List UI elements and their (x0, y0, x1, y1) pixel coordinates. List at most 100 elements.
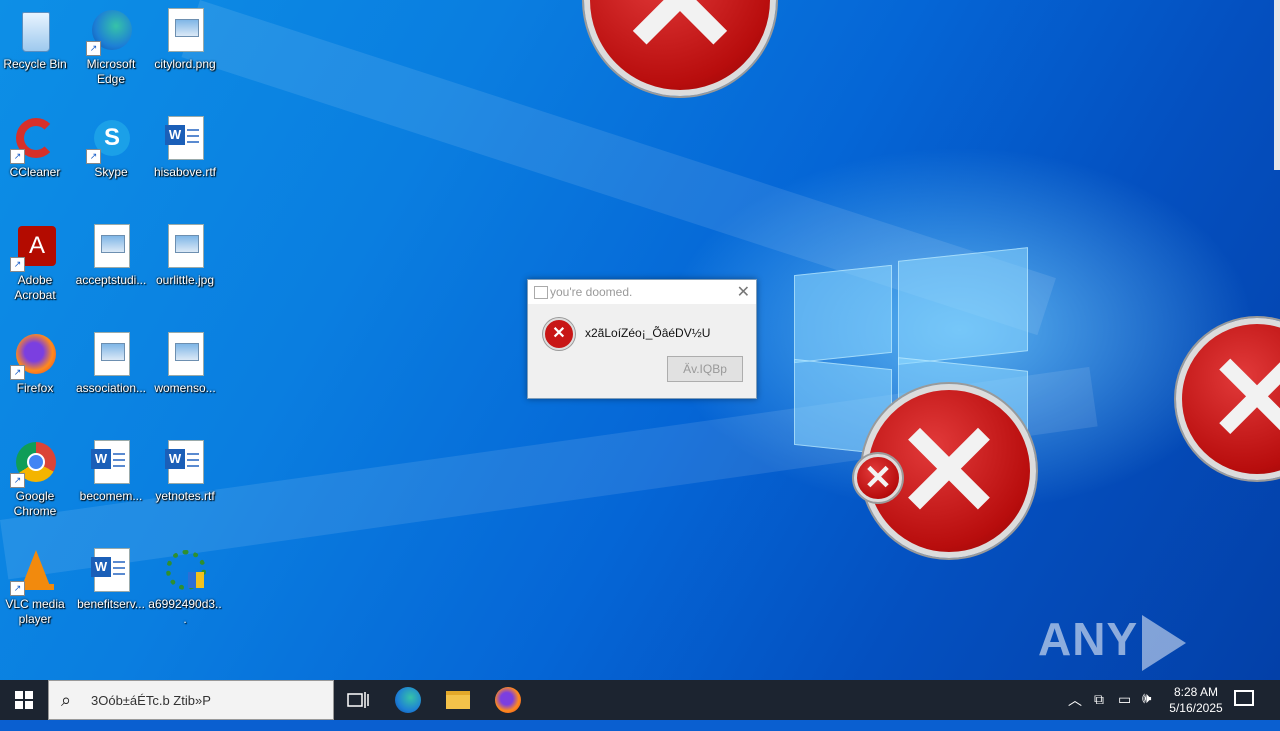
edge-icon: ↗ (86, 8, 134, 56)
desktop-icon-edge[interactable]: ↗ Microsoft Edge (72, 8, 150, 87)
desktop-icon-label: Skype (94, 165, 128, 179)
desktop-icon-label: association... (75, 381, 147, 395)
taskbar-edge[interactable] (384, 680, 432, 720)
desktop-icon-label: Adobe Acrobat (14, 273, 56, 302)
anyrun-watermark: ANY RUN (1038, 612, 1280, 680)
desktop-icon-file[interactable]: womenso... (146, 332, 224, 396)
clock-date: 5/16/2025 (1169, 701, 1223, 715)
folder-icon (446, 691, 470, 709)
desktop-icon-file[interactable]: W benefitserv... (72, 548, 150, 612)
shortcut-arrow-icon: ↗ (10, 365, 25, 380)
shortcut-arrow-icon: ↗ (10, 473, 25, 488)
desktop-icon-label: citylord.png (154, 57, 216, 71)
word-document-icon: W (88, 440, 134, 486)
search-icon: ⌕ (61, 690, 72, 710)
image-file-icon (88, 332, 134, 378)
shortcut-arrow-icon: ↗ (10, 257, 25, 272)
error-icon: ✕ (584, 0, 776, 96)
desktop-icon-label: a6992490d3... (148, 597, 222, 626)
installer-icon (162, 548, 208, 594)
desktop-icon-label: ourlittle.jpg (155, 273, 215, 287)
desktop-icon-file[interactable]: association... (72, 332, 150, 396)
desktop-icon-label: womenso... (154, 381, 216, 395)
desktop-icon-label: Microsoft Edge (86, 57, 136, 86)
watermark-text-right: RUN (1038, 672, 1141, 680)
start-button[interactable] (0, 680, 48, 720)
window-icon (534, 286, 548, 299)
shortcut-arrow-icon: ↗ (86, 149, 101, 164)
desktop-icon-file[interactable]: acceptstudi... (72, 224, 150, 288)
network-icon[interactable]: ⧉ (1094, 691, 1104, 731)
ok-button[interactable]: Äv.IQBp (667, 356, 743, 382)
firefox-icon (495, 687, 521, 713)
screen-edge-artifact (1274, 0, 1280, 170)
display-icon[interactable]: ▭ (1118, 691, 1131, 731)
taskbar-firefox[interactable] (484, 680, 532, 720)
desktop-icon-acrobat[interactable]: A ↗ Adobe Acrobat (0, 224, 74, 303)
taskbar: ⌕ 3Oób±áÉTc.b Ztib»P ︿ ⧉ ▭ 🕪 8:28 AM 5/1… (0, 680, 1280, 720)
desktop-icon-label: yetnotes.rtf (155, 489, 215, 503)
message-box-dialog[interactable]: you're doomed. ✕ ✕ x2ãLoíZéo¡_ÕâéDV½U Äv… (527, 279, 757, 399)
desktop-icon-label: becomem... (79, 489, 143, 503)
shortcut-arrow-icon: ↗ (86, 41, 101, 56)
image-file-icon (162, 8, 208, 54)
edge-icon (395, 687, 421, 713)
desktop-icon-label: hisabove.rtf (153, 165, 217, 179)
word-document-icon: W (162, 116, 208, 162)
desktop-icon-file[interactable]: W yetnotes.rtf (146, 440, 224, 504)
close-icon[interactable]: ✕ (737, 282, 750, 302)
desktop-icon-label: VLC media player (5, 597, 65, 626)
word-document-icon: W (88, 548, 134, 594)
error-icon: ✕ (854, 454, 902, 502)
system-clock[interactable]: 8:28 AM 5/16/2025 (1166, 684, 1226, 716)
desktop-icon-firefox[interactable]: ↗ Firefox (0, 332, 74, 396)
desktop-icon-file[interactable]: ourlittle.jpg (146, 224, 224, 288)
clock-time: 8:28 AM (1173, 685, 1219, 699)
word-document-icon: W (162, 440, 208, 486)
error-icon: ✕ (1176, 318, 1280, 480)
volume-icon[interactable]: 🕪 (1142, 690, 1151, 730)
desktop-icon-file[interactable]: W hisabove.rtf (146, 116, 224, 180)
desktop-icon-file[interactable]: citylord.png (146, 8, 224, 72)
desktop-icon-label: benefitserv... (77, 597, 145, 611)
search-input[interactable]: ⌕ 3Oób±áÉTc.b Ztib»P (48, 680, 334, 720)
chevron-up-icon[interactable]: ︿ (1068, 690, 1082, 730)
desktop-icon-skype[interactable]: S ↗ Skype (72, 116, 150, 180)
watermark-text-left: ANY (1038, 613, 1139, 665)
image-file-icon (162, 332, 208, 378)
chrome-icon: ↗ (10, 440, 58, 488)
desktop-icon-chrome[interactable]: ↗ Google Chrome (0, 440, 74, 519)
desktop-icon-vlc[interactable]: ↗ VLC media player (0, 548, 74, 627)
desktop-icon-ccleaner[interactable]: ↗ CCleaner (0, 116, 74, 180)
image-file-icon (88, 224, 134, 270)
desktop: Recycle Bin ↗ Microsoft Edge citylord.pn… (0, 0, 1280, 680)
play-icon (1142, 614, 1187, 671)
search-input-text: 3Oób±áÉTc.b Ztib»P (91, 693, 211, 708)
desktop-icon-file[interactable]: W becomem... (72, 440, 150, 504)
windows-start-icon (15, 691, 33, 709)
desktop-icon-file[interactable]: a6992490d3... (146, 548, 224, 627)
task-view-icon (347, 692, 369, 708)
desktop-icon-label: CCleaner (9, 165, 61, 179)
task-view-button[interactable] (334, 680, 382, 720)
dialog-body: ✕ x2ãLoíZéo¡_ÕâéDV½U Äv.IQBp (528, 304, 756, 398)
notification-icon[interactable] (1234, 690, 1254, 706)
recycle-bin-icon (12, 8, 58, 54)
dialog-titlebar[interactable]: you're doomed. ✕ (528, 280, 756, 304)
desktop-icon-label: acceptstudi... (75, 273, 147, 287)
desktop-icon-recycle-bin[interactable]: Recycle Bin (0, 8, 74, 72)
dialog-message: x2ãLoíZéo¡_ÕâéDV½U (585, 326, 711, 340)
ccleaner-icon: ↗ (10, 116, 58, 164)
desktop-icon-label: Google Chrome (13, 489, 57, 518)
desktop-icon-label: Recycle Bin (3, 57, 67, 71)
firefox-icon: ↗ (10, 332, 58, 380)
shortcut-arrow-icon: ↗ (10, 581, 25, 596)
error-icon: ✕ (543, 318, 575, 350)
acrobat-icon: A ↗ (10, 224, 58, 272)
shortcut-arrow-icon: ↗ (10, 149, 25, 164)
image-file-icon (162, 224, 208, 270)
taskbar-file-explorer[interactable] (434, 680, 482, 720)
desktop-icon-label: Firefox (16, 381, 54, 395)
skype-icon: S ↗ (86, 116, 134, 164)
dialog-title: you're doomed. (550, 285, 633, 299)
